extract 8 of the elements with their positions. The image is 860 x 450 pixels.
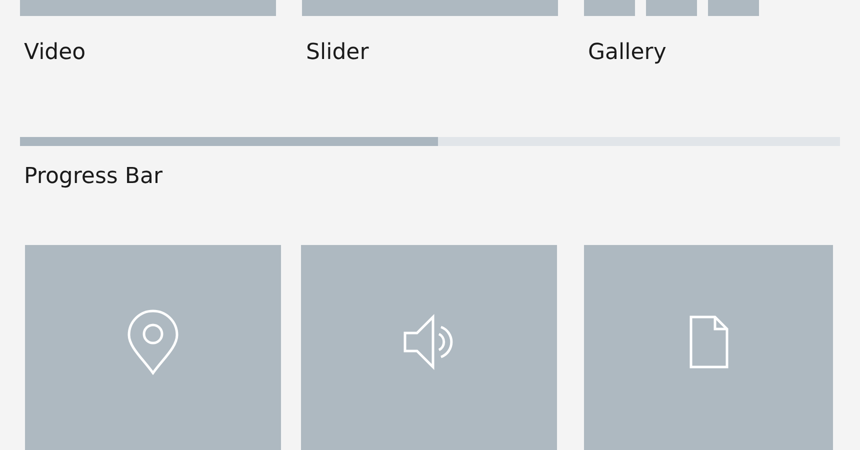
widget-label: Slider [305,40,370,65]
gallery-thumbnail [708,0,759,16]
map-pin-icon [125,309,181,375]
widget-label: Gallery [587,40,668,65]
gallery-thumbnail [646,0,697,16]
gallery-thumbnail [584,0,635,16]
widget-label: Video [23,40,87,65]
widget-label: Progress Bar [23,164,164,189]
